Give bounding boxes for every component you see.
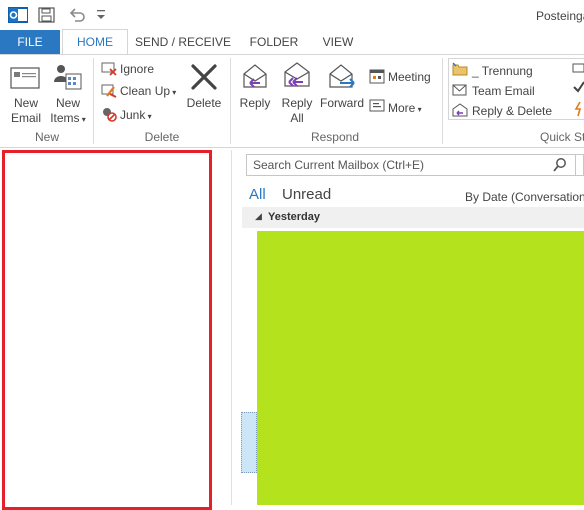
group-divider (230, 58, 231, 144)
filter-unread[interactable]: Unread (282, 186, 331, 203)
meeting-icon (369, 69, 385, 84)
new-email-button[interactable]: New Email (6, 96, 46, 126)
window-title: Posteinga (536, 9, 584, 23)
search-icon[interactable] (552, 157, 568, 173)
quick-step-trennung[interactable]: _ Trennung (472, 64, 533, 78)
more-label: More (388, 101, 416, 115)
outlook-app-icon[interactable] (8, 6, 28, 24)
date-group-label: Yesterday (268, 211, 320, 223)
junk-icon (103, 108, 117, 122)
quick-step-reply-delete[interactable]: Reply & Delete (472, 104, 552, 118)
pane-gap (216, 148, 231, 505)
new-items-icon (54, 65, 82, 90)
group-label-delete: Delete (144, 130, 180, 144)
meeting-button[interactable]: Meeting (388, 70, 431, 84)
dropdown-icon: ▾ (145, 112, 152, 121)
search-input[interactable]: Search Current Mailbox (Ctrl+E) (253, 158, 424, 172)
clean-up-button[interactable]: Clean Up ▾ (120, 84, 176, 98)
folder-pane[interactable] (2, 150, 212, 510)
new-items-button[interactable]: New Items ▾ (48, 96, 88, 127)
undo-icon[interactable] (68, 6, 86, 24)
pane-divider[interactable] (231, 150, 232, 505)
clean-up-label: Clean Up (120, 84, 171, 98)
group-label-new: New (34, 130, 59, 144)
dropdown-icon: ▾ (415, 105, 422, 114)
tab-view[interactable]: VIEW (316, 30, 360, 54)
ignore-icon (101, 62, 117, 76)
team-email-icon (452, 84, 467, 96)
dropdown-icon: ▾ (79, 115, 86, 124)
group-divider (93, 58, 94, 144)
reply-all-icon (284, 62, 310, 87)
group-label-quick-steps: Quick St (540, 130, 584, 144)
customize-toolbar-icon[interactable] (96, 8, 106, 22)
tab-send-receive[interactable]: SEND / RECEIVE (134, 30, 232, 54)
new-items-label: New Items (50, 96, 80, 125)
more-respond-icon (369, 99, 385, 112)
new-email-label: New Email (10, 96, 41, 125)
reply-all-button[interactable]: Reply All (278, 96, 316, 126)
tab-home[interactable]: HOME (62, 29, 128, 54)
reply-button[interactable]: Reply (236, 96, 274, 111)
new-email-icon (10, 67, 40, 89)
dropdown-icon: ▾ (170, 88, 177, 97)
tab-folder[interactable]: FOLDER (244, 30, 304, 54)
clean-up-icon (101, 84, 117, 98)
filter-all[interactable]: All (249, 186, 266, 203)
reply-icon (243, 64, 267, 88)
junk-button[interactable]: Junk ▾ (120, 108, 152, 122)
forward-icon (329, 64, 355, 88)
more-respond-button[interactable]: More ▾ (388, 101, 422, 115)
forward-button[interactable]: Forward (318, 96, 366, 111)
ignore-button[interactable]: Ignore (120, 62, 154, 76)
delete-icon (191, 64, 217, 90)
delete-button[interactable]: Delete (182, 96, 226, 111)
tab-file[interactable]: FILE (0, 30, 60, 54)
save-icon[interactable] (38, 7, 56, 23)
search-divider (575, 155, 576, 175)
collapse-triangle-icon[interactable]: ◢ (255, 211, 262, 222)
reply-all-label: Reply All (281, 96, 313, 125)
quick-step-team-email[interactable]: Team Email (472, 84, 535, 98)
group-label-respond: Respond (310, 130, 360, 144)
junk-label: Junk (120, 108, 146, 122)
sort-dropdown[interactable]: By Date (Conversations) (465, 190, 584, 204)
group-divider (442, 58, 443, 144)
quick-steps-more-icons (572, 63, 584, 117)
message-list-overlay (257, 231, 584, 505)
folder-move-icon (452, 62, 468, 76)
selected-mail-item[interactable] (241, 412, 257, 473)
reply-delete-icon (452, 103, 468, 117)
title-bar (0, 0, 584, 30)
